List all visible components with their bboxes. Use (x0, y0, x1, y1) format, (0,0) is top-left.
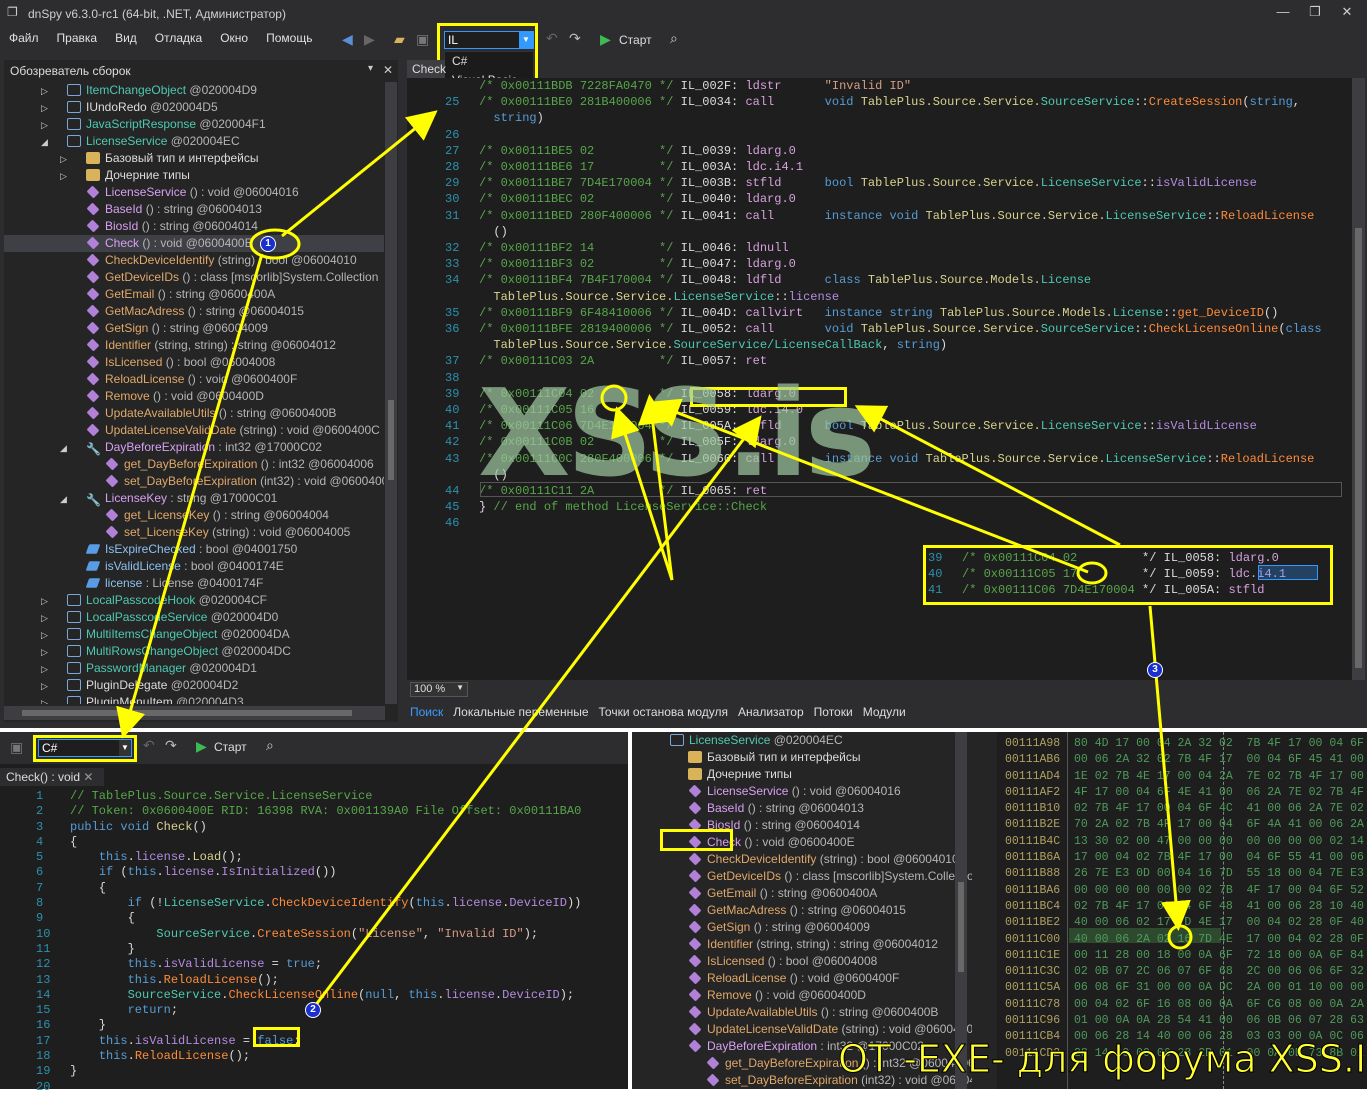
arrow-d (854, 405, 1121, 547)
step-marker: 1 (260, 236, 276, 252)
arrow-3 (1148, 605, 1191, 931)
circle-17 (1076, 561, 1108, 585)
arrow-1-csharp (116, 253, 264, 739)
step-marker: 2 (305, 1002, 321, 1018)
step-marker: 3 (1147, 662, 1163, 678)
arrow-2 (310, 415, 762, 1011)
arrow-b (638, 394, 674, 581)
circle-hex (1167, 924, 1193, 950)
arrow-a (611, 406, 674, 581)
arrow-c (649, 398, 1089, 574)
circle-16 (600, 384, 628, 412)
arrow-1-dropdown (281, 110, 438, 238)
annotation-arrows (116, 110, 1193, 1011)
